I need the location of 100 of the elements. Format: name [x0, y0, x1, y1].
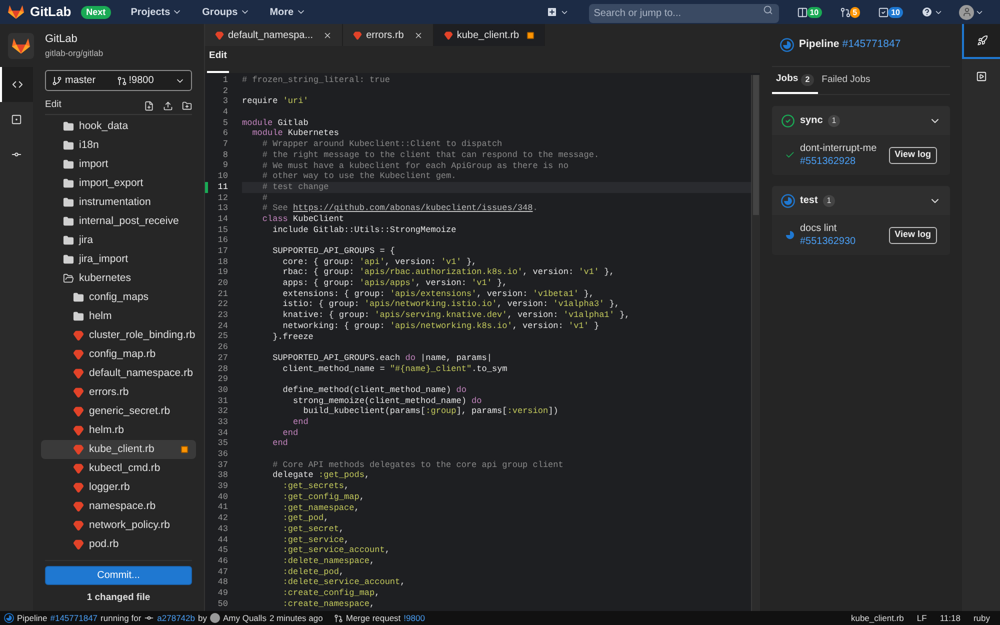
line-number: 16 — [216, 234, 228, 247]
merge-request-icon — [334, 614, 343, 622]
help-button[interactable] — [921, 6, 943, 18]
line-number: 19 — [216, 266, 228, 279]
code-icon — [12, 79, 23, 90]
activity-tab[interactable] — [0, 67, 33, 102]
line-number: 3 — [222, 95, 228, 108]
folder-item[interactable]: import — [41, 155, 196, 174]
nav-menu[interactable]: Projects — [130, 4, 182, 20]
file-tab[interactable]: kube_client.rb — [434, 24, 546, 46]
upload-icon[interactable] — [163, 100, 173, 110]
file-item[interactable]: logger.rb — [41, 478, 196, 497]
folder-item[interactable]: jira — [41, 231, 196, 250]
line-number: 50 — [216, 598, 228, 610]
view-log-button[interactable]: View log — [888, 226, 937, 244]
job-name[interactable]: dont-interrupt-me #551362928 — [800, 142, 884, 168]
folder-item[interactable]: internal_post_receive — [41, 212, 196, 231]
folder-item[interactable]: import_export — [41, 174, 196, 193]
close-icon[interactable] — [323, 30, 332, 40]
new-item-button[interactable] — [546, 6, 569, 18]
line-number: 15 — [216, 224, 228, 236]
code-line: module Kubernetes — [251, 128, 340, 140]
file-tab[interactable]: default_namespa... — [205, 24, 344, 46]
folder-icon — [63, 197, 74, 208]
edit-mode-tab[interactable]: Edit — [207, 48, 229, 73]
status-pipeline-label: Pipeline — [17, 612, 48, 624]
file-item[interactable]: network_policy.rb — [41, 516, 196, 535]
review-icon — [11, 114, 22, 125]
line-number: 4 — [222, 106, 228, 119]
panel-tab[interactable] — [962, 24, 1000, 59]
line-number: 5 — [222, 116, 228, 129]
stage-name: sync — [800, 114, 823, 128]
code-line: # See https://github.com/abonas/kubeclient/issues/348. — [261, 203, 539, 214]
fox-logo-icon — [12, 36, 30, 54]
new-folder-icon[interactable] — [182, 100, 192, 110]
code-line: end — [292, 417, 310, 428]
view-log-button[interactable]: View log — [888, 146, 937, 164]
folder-item[interactable]: jira_import — [41, 250, 196, 269]
code-line: :get_service_account, — [282, 545, 391, 556]
line-number: 37 — [216, 458, 228, 471]
stage-header[interactable]: test 1 — [772, 186, 950, 215]
folder-item[interactable]: helm — [41, 307, 196, 326]
code-line: class KubeClient — [261, 214, 346, 225]
file-item[interactable]: kubectl_cmd.rb — [41, 459, 196, 478]
commit-button[interactable]: Commit... — [45, 566, 192, 585]
folder-item[interactable]: hook_data — [41, 117, 196, 136]
file-item[interactable]: config_map.rb — [41, 345, 196, 364]
file-item[interactable]: kube_client.rb — [41, 440, 196, 459]
line-number: 1 — [222, 75, 228, 87]
project-name[interactable]: GitLab — [45, 30, 104, 48]
nav-menu[interactable]: More — [270, 4, 306, 20]
folder-icon — [63, 159, 74, 170]
changed-files-count: 1 changed file — [86, 590, 150, 605]
gem-icon — [73, 387, 84, 398]
branch-dropdown[interactable]: master !9800 — [45, 70, 192, 91]
pipeline-title: Pipeline — [799, 37, 840, 52]
line-number: 35 — [216, 437, 228, 450]
brand-name[interactable]: GitLab — [30, 2, 72, 22]
pipeline-tab[interactable]: Failed Jobs — [818, 67, 874, 94]
folder-item[interactable]: config_maps — [41, 288, 196, 307]
search-field[interactable]: Search or jump to... — [588, 4, 779, 23]
stage-header[interactable]: sync 1 — [772, 106, 950, 135]
folder-icon — [63, 140, 74, 151]
project-path: gitlab-org/gitlab — [45, 47, 104, 60]
author-avatar — [210, 613, 220, 623]
file-item[interactable]: cluster_role_binding.rb — [41, 326, 196, 345]
folder-item[interactable]: i18n — [41, 136, 196, 155]
merge-request-icon — [116, 76, 127, 86]
job-name[interactable]: docs lint #551362930 — [800, 222, 884, 248]
commit-link[interactable]: a278742b — [157, 612, 195, 624]
status-pipeline-link[interactable]: #145771847 — [50, 612, 98, 624]
gem-icon — [73, 501, 84, 512]
file-item[interactable]: default_namespace.rb — [41, 364, 196, 383]
folder-item[interactable]: instrumentation — [41, 193, 196, 212]
pipeline-tab[interactable]: Jobs 2 — [772, 67, 818, 94]
file-item[interactable]: pod.rb — [41, 535, 196, 554]
count-badge: 5 — [850, 6, 860, 18]
gem-icon — [73, 425, 84, 436]
scrollbar[interactable] — [751, 75, 760, 611]
folder-item[interactable]: kubernetes — [41, 269, 196, 288]
line-number: 26 — [216, 341, 228, 354]
play-square-icon — [976, 71, 986, 82]
file-item[interactable]: errors.rb — [41, 383, 196, 402]
file-tab[interactable]: errors.rb — [343, 24, 434, 46]
line-number: 17 — [216, 244, 228, 258]
todos-counter[interactable]: 10 — [878, 6, 903, 18]
nav-menu[interactable]: Groups — [202, 4, 250, 20]
pipeline-link[interactable]: #145771847 — [842, 37, 901, 53]
issues-icon — [796, 6, 808, 18]
code-line: client_method_name = "#{name}_client".to_sym — [282, 364, 508, 374]
close-icon[interactable] — [414, 30, 423, 40]
avatar-button[interactable] — [959, 4, 984, 20]
gem-icon — [73, 368, 84, 379]
folder-icon — [63, 216, 74, 227]
file-item[interactable]: generic_secret.rb — [41, 402, 196, 421]
file-item[interactable]: helm.rb — [41, 421, 196, 440]
merge-request-link[interactable]: !9800 — [404, 612, 425, 624]
code-line: # Wrapper around Kubeclient::Client to dispatch — [261, 139, 504, 150]
new-file-icon[interactable] — [144, 100, 154, 110]
file-item[interactable]: namespace.rb — [41, 497, 196, 516]
